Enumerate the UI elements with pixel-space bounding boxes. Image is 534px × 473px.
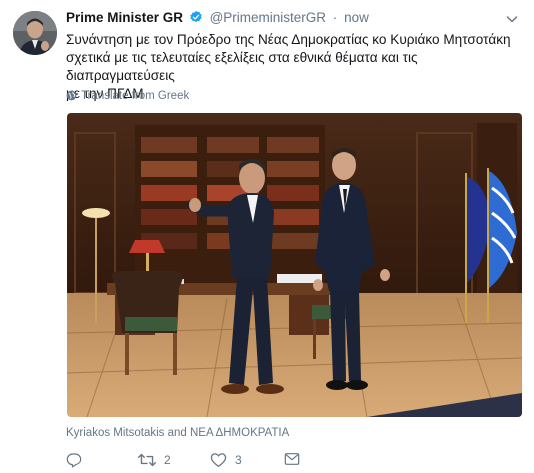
globe-icon [66, 90, 81, 102]
like-icon [210, 452, 227, 468]
media-caption[interactable]: Kyriakos Mitsotakis and ΝΕΑ ΔΗΜΟΚΡΑΤΙΑ [66, 427, 289, 439]
photo-office-meeting [67, 113, 522, 417]
tweet[interactable]: Prime Minister GR @PrimeministerGR · now… [0, 0, 534, 473]
retweet-count: 2 [164, 453, 171, 467]
like-button[interactable]: 3 [210, 452, 242, 468]
tweet-actions: 2 3 [66, 452, 526, 472]
retweet-button[interactable]: 2 [138, 452, 171, 468]
like-count: 3 [235, 453, 242, 467]
separator-dot: · [332, 10, 338, 25]
avatar[interactable] [13, 11, 57, 55]
tweet-header: Prime Minister GR @PrimeministerGR · now [66, 10, 369, 27]
message-icon [284, 452, 300, 466]
message-button[interactable] [284, 452, 300, 466]
tweet-photo[interactable] [67, 113, 522, 417]
verified-icon [189, 10, 203, 27]
display-name[interactable]: Prime Minister GR [66, 10, 183, 25]
retweet-icon [138, 452, 156, 468]
timestamp[interactable]: now [344, 10, 369, 25]
translate-link[interactable]: Translate from Greek [66, 90, 189, 102]
reply-button[interactable] [66, 452, 90, 468]
handle[interactable]: @PrimeministerGR [210, 10, 326, 25]
chevron-down-icon[interactable] [505, 12, 519, 26]
avatar-photo [13, 11, 57, 55]
translate-label: Translate from Greek [81, 90, 190, 102]
reply-icon [66, 452, 82, 468]
